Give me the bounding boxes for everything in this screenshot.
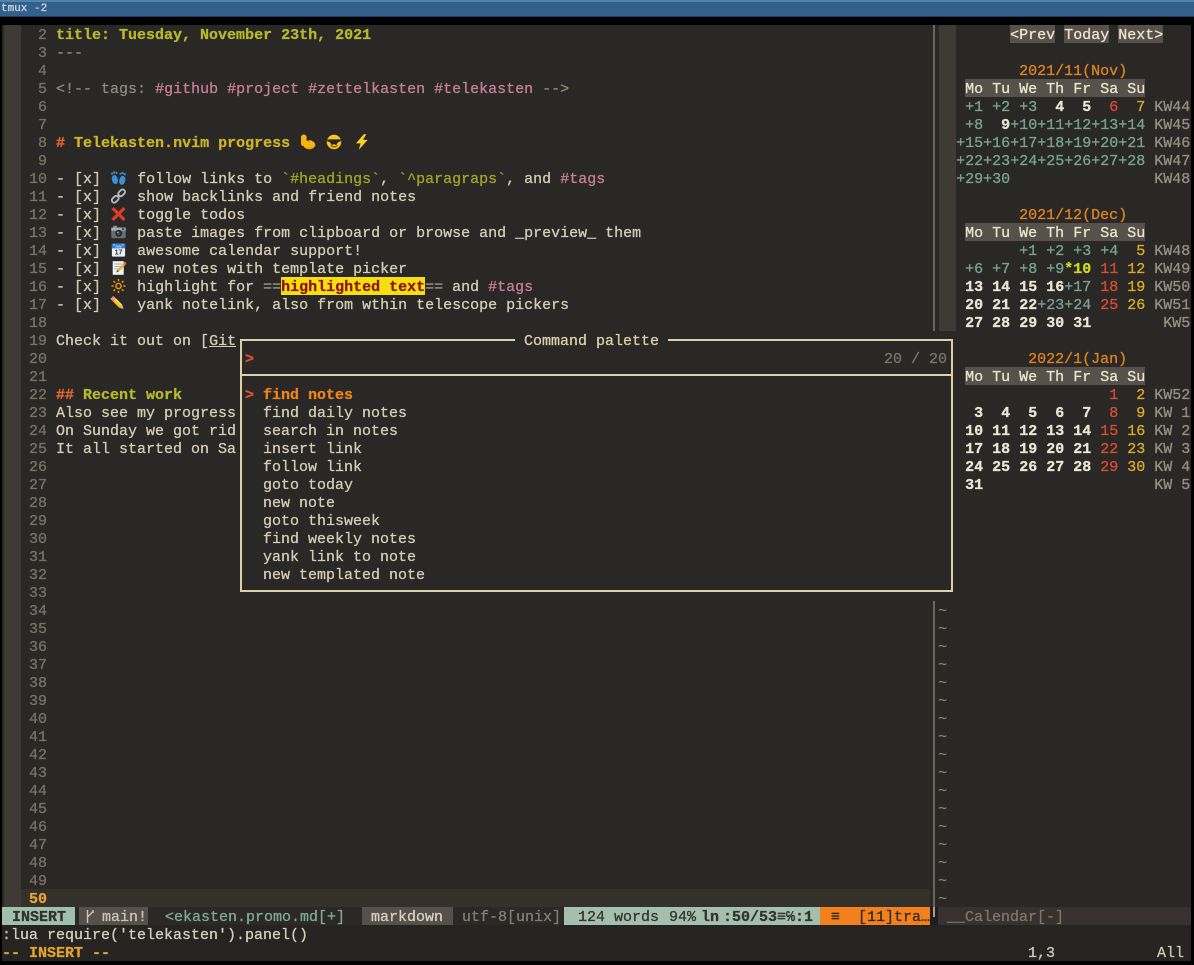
svg-text:17: 17 xyxy=(115,250,123,257)
svg-text:July: July xyxy=(115,244,122,248)
